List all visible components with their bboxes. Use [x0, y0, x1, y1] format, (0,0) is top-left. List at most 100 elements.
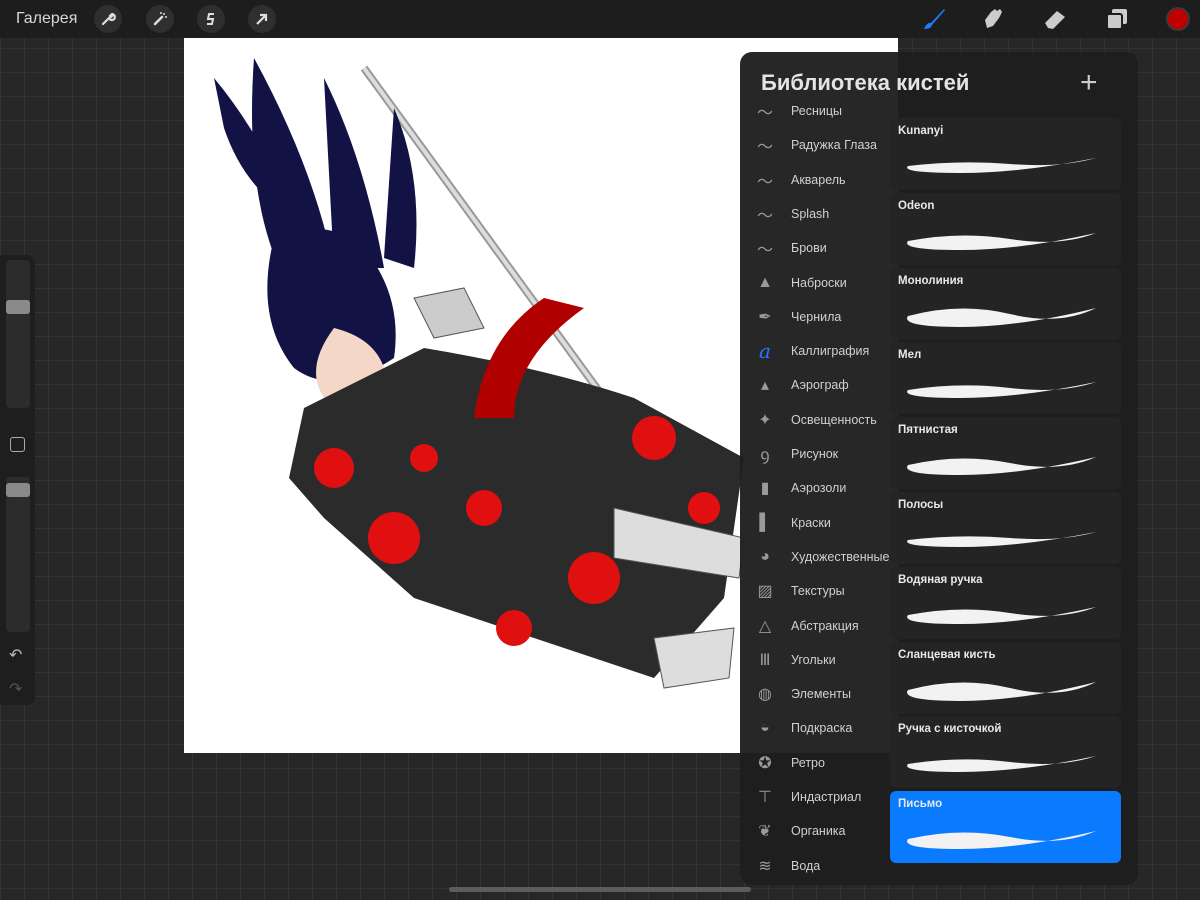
squiggle-icon: ꝯ — [760, 447, 770, 464]
stroke-icon: 〜 — [756, 105, 773, 122]
brush-stroke-preview — [907, 232, 1096, 250]
waves-icon: ≋ — [758, 857, 772, 875]
category-label: Угольки — [791, 652, 836, 667]
brush-size-slider[interactable] — [6, 260, 30, 408]
category-label: Элементы — [791, 687, 851, 702]
category-item[interactable]: ◒ Подкраска — [745, 711, 890, 745]
brush-size-knob[interactable] — [6, 300, 30, 314]
stroke-icon: 〜 — [756, 207, 773, 225]
category-item[interactable]: △ Абстракция — [745, 609, 890, 643]
category-label: Радужка Глаза — [791, 138, 877, 153]
brush-name: Водяная ручка — [898, 573, 983, 586]
brush-card[interactable]: Письмо — [890, 791, 1121, 864]
category-item[interactable]: ▨ Текстуры — [745, 574, 890, 608]
category-item[interactable]: ꝯ Рисунок — [745, 437, 890, 471]
category-label: Рисунок — [791, 447, 839, 461]
category-label: Аэрограф — [791, 378, 849, 393]
layers-icon[interactable] — [1104, 6, 1130, 32]
category-item[interactable]: 〜 Брови — [745, 231, 890, 265]
triangle-icon: △ — [758, 617, 772, 635]
category-list[interactable]: 〜 Ресницы 〜 Радужка Глаза 〜 Акварель 〜 Splash 〜 Б… — [745, 102, 890, 885]
pen-nib-icon: ✒ — [758, 308, 772, 326]
category-item[interactable]: ◍ Элементы — [745, 677, 890, 711]
category-label: Освещенность — [791, 412, 877, 427]
category-label: Индастриал — [791, 790, 862, 804]
brush-stroke-preview — [907, 158, 1096, 173]
category-label: Текстуры — [791, 584, 845, 599]
brush-name: Письмо — [898, 798, 943, 811]
star-circle-icon: ✪ — [758, 754, 772, 772]
color-picker-button[interactable] — [1166, 7, 1190, 31]
shell-icon: ◒ — [760, 719, 770, 737]
wrench-icon[interactable] — [94, 5, 122, 33]
brush-card[interactable]: Kunanyi — [890, 118, 1121, 190]
transform-arrow-icon[interactable] — [248, 5, 276, 33]
smudge-icon[interactable] — [981, 6, 1007, 32]
brush-card[interactable]: Ручка с кисточкой — [890, 716, 1121, 789]
top-toolbar: Галерея — [0, 0, 1200, 38]
undo-icon[interactable]: ↶ — [9, 645, 22, 665]
brush-name: Odeon — [898, 199, 935, 212]
brush-card[interactable]: Сланцевая кисть — [890, 641, 1121, 714]
brush-card[interactable]: Монолиния — [890, 267, 1121, 340]
category-label: Каллиграфия — [791, 344, 870, 359]
category-item[interactable]: 〜 Ресницы — [745, 102, 890, 128]
category-item[interactable]: ▲ Наброски — [745, 266, 890, 300]
category-item[interactable]: ✦ Освещенность — [745, 403, 890, 437]
brush-stroke-preview — [907, 681, 1096, 701]
category-item[interactable]: 〜 Радужка Глаза — [745, 128, 890, 162]
selection-icon[interactable] — [197, 5, 225, 33]
category-item[interactable]: ✪ Ретро — [745, 746, 890, 780]
anvil-icon: ⊤ — [758, 789, 772, 806]
brush-stroke-preview — [907, 606, 1096, 624]
category-label: Абстракция — [791, 618, 859, 633]
brush-name: Сланцевая кисть — [898, 648, 996, 661]
sparkle-icon: ✦ — [758, 411, 772, 429]
redo-icon[interactable]: ↷ — [9, 679, 22, 699]
brush-stroke-preview — [907, 457, 1096, 476]
brush-stroke-preview — [907, 756, 1096, 773]
category-label: Вода — [791, 858, 821, 873]
category-label: Чернила — [791, 309, 842, 324]
eraser-icon[interactable] — [1042, 6, 1068, 32]
brush-stroke-preview — [907, 307, 1096, 327]
panel-title: Библиотека кистей — [761, 70, 970, 95]
brush-stroke-preview — [907, 532, 1096, 547]
brush-card[interactable]: Пятнистая — [890, 417, 1121, 490]
spray-can-icon: ▮ — [760, 480, 770, 498]
brush-name: Пятнистая — [898, 424, 958, 437]
brush-card[interactable]: Odeon — [890, 192, 1121, 265]
category-label: Подкраска — [791, 721, 853, 736]
category-item[interactable]: ≋ Вода — [745, 849, 890, 883]
brush-stroke-preview — [907, 831, 1096, 850]
category-item[interactable]: ▮ Аэрозоли — [745, 471, 890, 505]
opacity-knob[interactable] — [6, 483, 30, 497]
category-item[interactable]: ✒ Чернила — [745, 300, 890, 334]
gallery-button[interactable]: Галерея — [16, 10, 77, 28]
category-item[interactable]: Ⅲ Угольки — [745, 643, 890, 677]
brush-card[interactable]: Мел — [890, 342, 1121, 415]
brush-card[interactable]: Полосы — [890, 492, 1121, 564]
paint-brush-icon: ▌ — [759, 513, 771, 531]
modify-button[interactable] — [10, 437, 25, 452]
category-item[interactable]: ▌ Краски — [745, 506, 890, 540]
home-indicator[interactable] — [449, 887, 751, 892]
texture-icon: ▨ — [757, 583, 773, 601]
category-item[interactable]: ▴ Аэрограф — [745, 368, 890, 402]
add-brush-button[interactable]: + — [1080, 66, 1098, 100]
category-item[interactable]: ⊤ Индастриал — [745, 780, 890, 814]
brush-name: Полосы — [898, 499, 944, 511]
brush-name: Монолиния — [898, 274, 964, 287]
category-label: Органика — [791, 824, 846, 839]
opacity-slider[interactable] — [6, 477, 30, 632]
brush-icon[interactable] — [921, 6, 947, 32]
category-item[interactable]: ❦ Органика — [745, 814, 890, 848]
category-item[interactable]: 〜 Акварель — [745, 163, 890, 197]
stroke-icon: 〜 — [756, 139, 773, 157]
brush-card[interactable]: Водяная ручка — [890, 566, 1121, 639]
category-item[interactable]: ◕ Художественные — [745, 540, 890, 574]
magic-wand-icon[interactable] — [146, 5, 174, 33]
category-item[interactable]: a Каллиграфия — [745, 334, 890, 368]
brush-library-panel: Библиотека кистей + 〜 Ресницы 〜 Радужка Гла… — [740, 52, 1138, 885]
category-item[interactable]: 〜 Splash — [745, 197, 890, 231]
